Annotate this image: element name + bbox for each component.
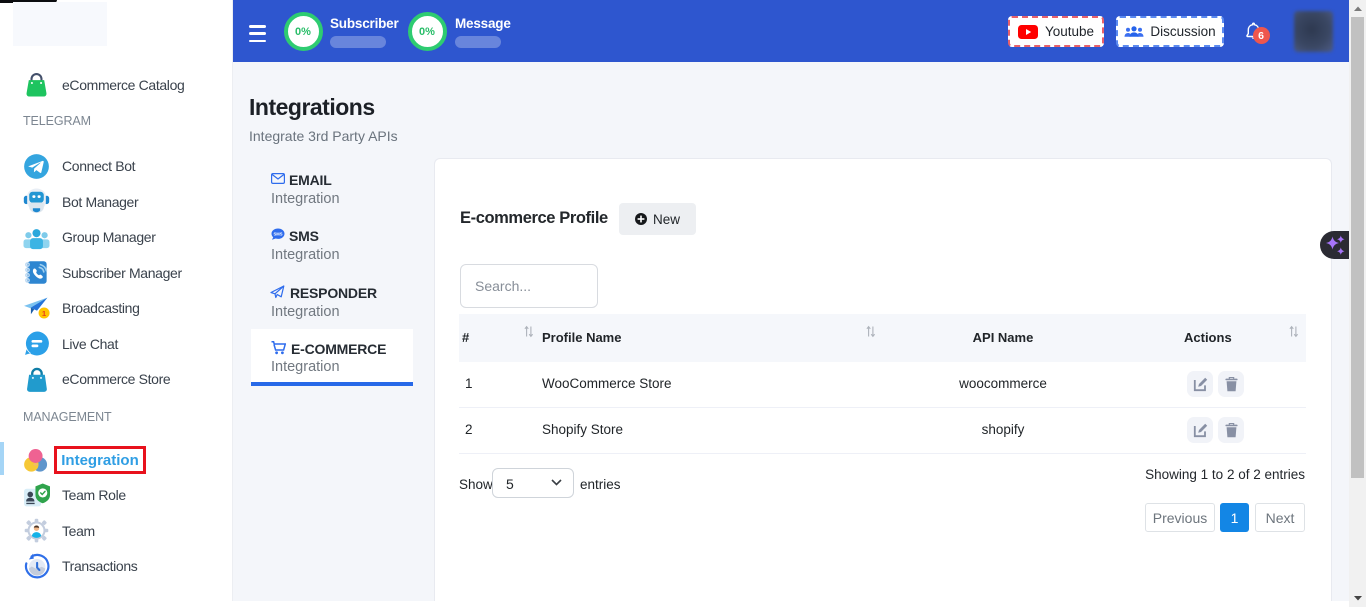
svg-text:SMS: SMS (273, 232, 282, 237)
svg-text:1: 1 (42, 308, 47, 317)
